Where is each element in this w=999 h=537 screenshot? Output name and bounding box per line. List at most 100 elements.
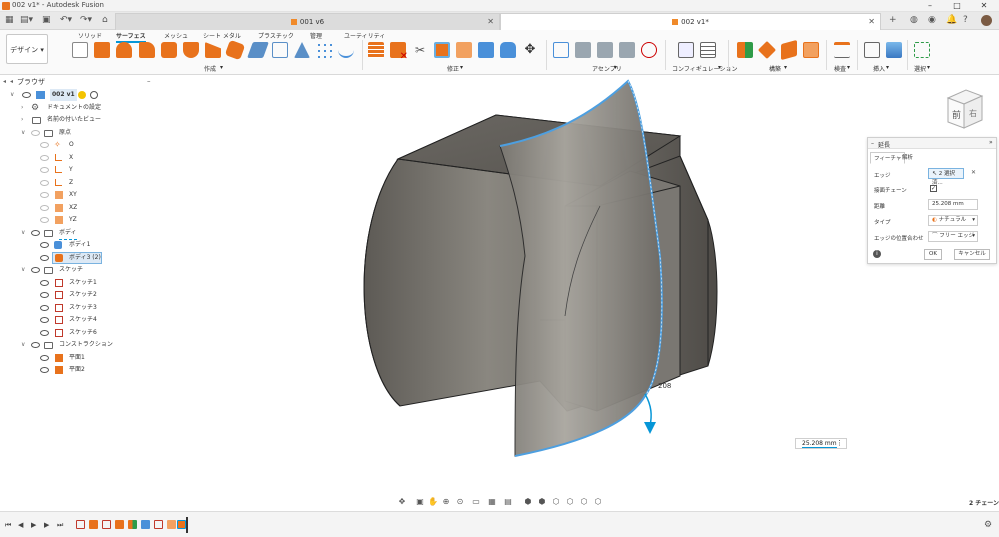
group-inspect[interactable]: 検査 bbox=[834, 64, 846, 73]
dialog-collapse-icon[interactable]: – bbox=[871, 140, 874, 147]
offset-surface-icon[interactable] bbox=[224, 39, 246, 61]
ok-button[interactable]: OK bbox=[924, 249, 942, 260]
unstitch-icon[interactable] bbox=[478, 42, 494, 58]
timeline-prev-icon[interactable]: ◀ bbox=[18, 521, 23, 529]
thicken-icon[interactable] bbox=[247, 42, 269, 58]
create-sketch-icon[interactable] bbox=[72, 42, 88, 58]
select-sketch-icon[interactable]: ⬡ bbox=[579, 497, 589, 507]
avatar[interactable] bbox=[981, 15, 992, 26]
expand-arrow-icon[interactable]: ∨ bbox=[21, 264, 25, 276]
distance-input-value[interactable]: 25.208 mm bbox=[802, 440, 837, 448]
tree-item-xy-plane[interactable]: XY bbox=[0, 189, 158, 201]
pyramid-icon[interactable] bbox=[294, 42, 310, 58]
timeline-feature-surface[interactable] bbox=[141, 520, 150, 529]
notifications-icon[interactable]: 🔔 bbox=[946, 15, 957, 25]
timeline-feature-loft[interactable] bbox=[167, 520, 176, 529]
timeline-feature-sketch[interactable] bbox=[102, 520, 111, 529]
visibility-eye-icon[interactable] bbox=[40, 142, 49, 148]
tab-plastic[interactable]: プラスチック bbox=[258, 31, 294, 40]
ruled-surface-icon[interactable] bbox=[205, 42, 221, 58]
insert-canvas-icon[interactable] bbox=[886, 42, 902, 58]
tangent-plane-icon[interactable] bbox=[781, 39, 797, 61]
stitch-icon[interactable] bbox=[456, 42, 472, 58]
motion-link-icon[interactable] bbox=[641, 42, 657, 58]
tab-analysis[interactable]: 解析 bbox=[899, 152, 916, 162]
pattern-icon[interactable] bbox=[316, 42, 332, 58]
group-insert[interactable]: 挿入 bbox=[873, 64, 885, 73]
sweep-icon[interactable] bbox=[139, 42, 155, 58]
save-icon[interactable]: ▣ bbox=[42, 15, 51, 25]
timeline-feature-plane[interactable] bbox=[128, 520, 137, 529]
joint-icon[interactable] bbox=[575, 42, 591, 58]
visibility-eye-icon[interactable] bbox=[40, 167, 49, 173]
expand-arrow-icon[interactable]: › bbox=[21, 102, 23, 114]
visibility-eye-icon[interactable] bbox=[40, 305, 49, 311]
warning-icon[interactable] bbox=[78, 91, 86, 99]
expand-arrow-icon[interactable]: ∨ bbox=[10, 89, 14, 101]
timeline-feature-extend[interactable] bbox=[177, 520, 186, 529]
tree-item-sketch6[interactable]: スケッチ6 bbox=[0, 327, 158, 339]
close-tab-icon[interactable]: ✕ bbox=[487, 17, 494, 26]
timeline-feature-sketch[interactable] bbox=[154, 520, 163, 529]
edge-alignment-select[interactable]: ⌒ フリー エッジ ▾ bbox=[928, 231, 978, 242]
group-modify[interactable]: 修正 bbox=[447, 64, 459, 73]
tree-item-y-axis[interactable]: Y bbox=[0, 164, 158, 176]
pan-hand-icon[interactable]: ✋ bbox=[428, 497, 438, 507]
visibility-eye-icon[interactable] bbox=[40, 217, 49, 223]
tangent-chain-checkbox[interactable]: ✓ bbox=[930, 185, 937, 192]
extrude-icon[interactable] bbox=[94, 42, 110, 58]
more-options-icon[interactable]: ⋮ bbox=[836, 439, 843, 448]
loft-icon[interactable] bbox=[161, 42, 177, 58]
timeline-feature-sketch[interactable] bbox=[76, 520, 85, 529]
activate-radio-icon[interactable] bbox=[90, 91, 98, 99]
group-create[interactable]: 作成 bbox=[204, 64, 216, 73]
visibility-eye-icon[interactable] bbox=[31, 130, 40, 136]
visibility-eye-icon[interactable] bbox=[40, 192, 49, 198]
display-settings-icon[interactable]: ▭ bbox=[471, 497, 481, 507]
workspace-switcher[interactable]: デザイン ▾ bbox=[6, 34, 48, 64]
timeline-last-icon[interactable]: ⏭ bbox=[57, 521, 63, 530]
boundary-fill-icon[interactable] bbox=[272, 42, 288, 58]
expand-arrow-icon[interactable]: ∨ bbox=[21, 227, 25, 239]
edge-selection-button[interactable]: ↖ 2 選択済... bbox=[928, 168, 964, 186]
midplane-icon[interactable] bbox=[803, 42, 819, 58]
visibility-eye-icon[interactable] bbox=[40, 330, 49, 336]
distance-input[interactable]: 25.208 mm bbox=[928, 199, 978, 210]
tab-sheet-metal[interactable]: シート メタル bbox=[203, 31, 241, 40]
undo-icon[interactable]: ↶▾ bbox=[60, 15, 72, 25]
group-select[interactable]: 選択 bbox=[914, 64, 926, 73]
info-icon[interactable]: i bbox=[873, 250, 881, 258]
viewcube[interactable]: 前 右 bbox=[942, 86, 986, 132]
tree-item-construction[interactable]: ∨ コンストラクション bbox=[0, 339, 158, 351]
tree-item-sketches[interactable]: ∨ スケッチ bbox=[0, 264, 158, 276]
select-face-icon[interactable]: ⬢ bbox=[537, 497, 547, 507]
visibility-eye-icon[interactable] bbox=[31, 230, 40, 236]
tree-item-plane2[interactable]: 平面2 bbox=[0, 364, 158, 376]
tab-utilities[interactable]: ユーティリティ bbox=[344, 31, 385, 40]
timeline-first-icon[interactable]: ⏮ bbox=[5, 521, 11, 530]
tab-002-v1[interactable]: 002 v1* ✕ bbox=[500, 13, 881, 30]
collapse-icon[interactable]: ◂ bbox=[3, 78, 6, 85]
new-component-icon[interactable] bbox=[553, 42, 569, 58]
maximize-button[interactable]: □ bbox=[944, 0, 970, 12]
dropdown-chevron-icon[interactable]: ▾ bbox=[886, 64, 889, 71]
visibility-eye-icon[interactable] bbox=[40, 205, 49, 211]
tree-item-document-settings[interactable]: › ⚙ ドキュメントの設定 bbox=[0, 102, 158, 114]
timeline-feature-revolve[interactable] bbox=[89, 520, 98, 529]
tree-item-sketch1[interactable]: スケッチ1 bbox=[0, 277, 158, 289]
insert-derive-icon[interactable] bbox=[864, 42, 880, 58]
fit-zoom-icon[interactable]: ⊙ bbox=[455, 497, 465, 507]
tree-item-xz-plane[interactable]: XZ bbox=[0, 202, 158, 214]
tab-001-v6[interactable]: 001 v6 ✕ bbox=[115, 13, 500, 30]
home-icon[interactable]: ⌂ bbox=[102, 15, 108, 25]
close-tab-icon[interactable]: ✕ bbox=[868, 17, 875, 26]
dropdown-chevron-icon[interactable]: ▾ bbox=[614, 64, 617, 71]
dropdown-chevron-icon[interactable]: ▾ bbox=[460, 64, 463, 71]
tab-manage[interactable]: 管理 bbox=[310, 31, 322, 40]
tree-item-body3[interactable]: ボディ3 (2) bbox=[0, 252, 158, 264]
timeline-marker[interactable] bbox=[186, 517, 188, 533]
visibility-eye-icon[interactable] bbox=[31, 267, 40, 273]
timeline-next-icon[interactable]: ▶ bbox=[44, 521, 49, 529]
visibility-eye-icon[interactable] bbox=[40, 280, 49, 286]
select-edge-icon[interactable]: ⬡ bbox=[551, 497, 561, 507]
